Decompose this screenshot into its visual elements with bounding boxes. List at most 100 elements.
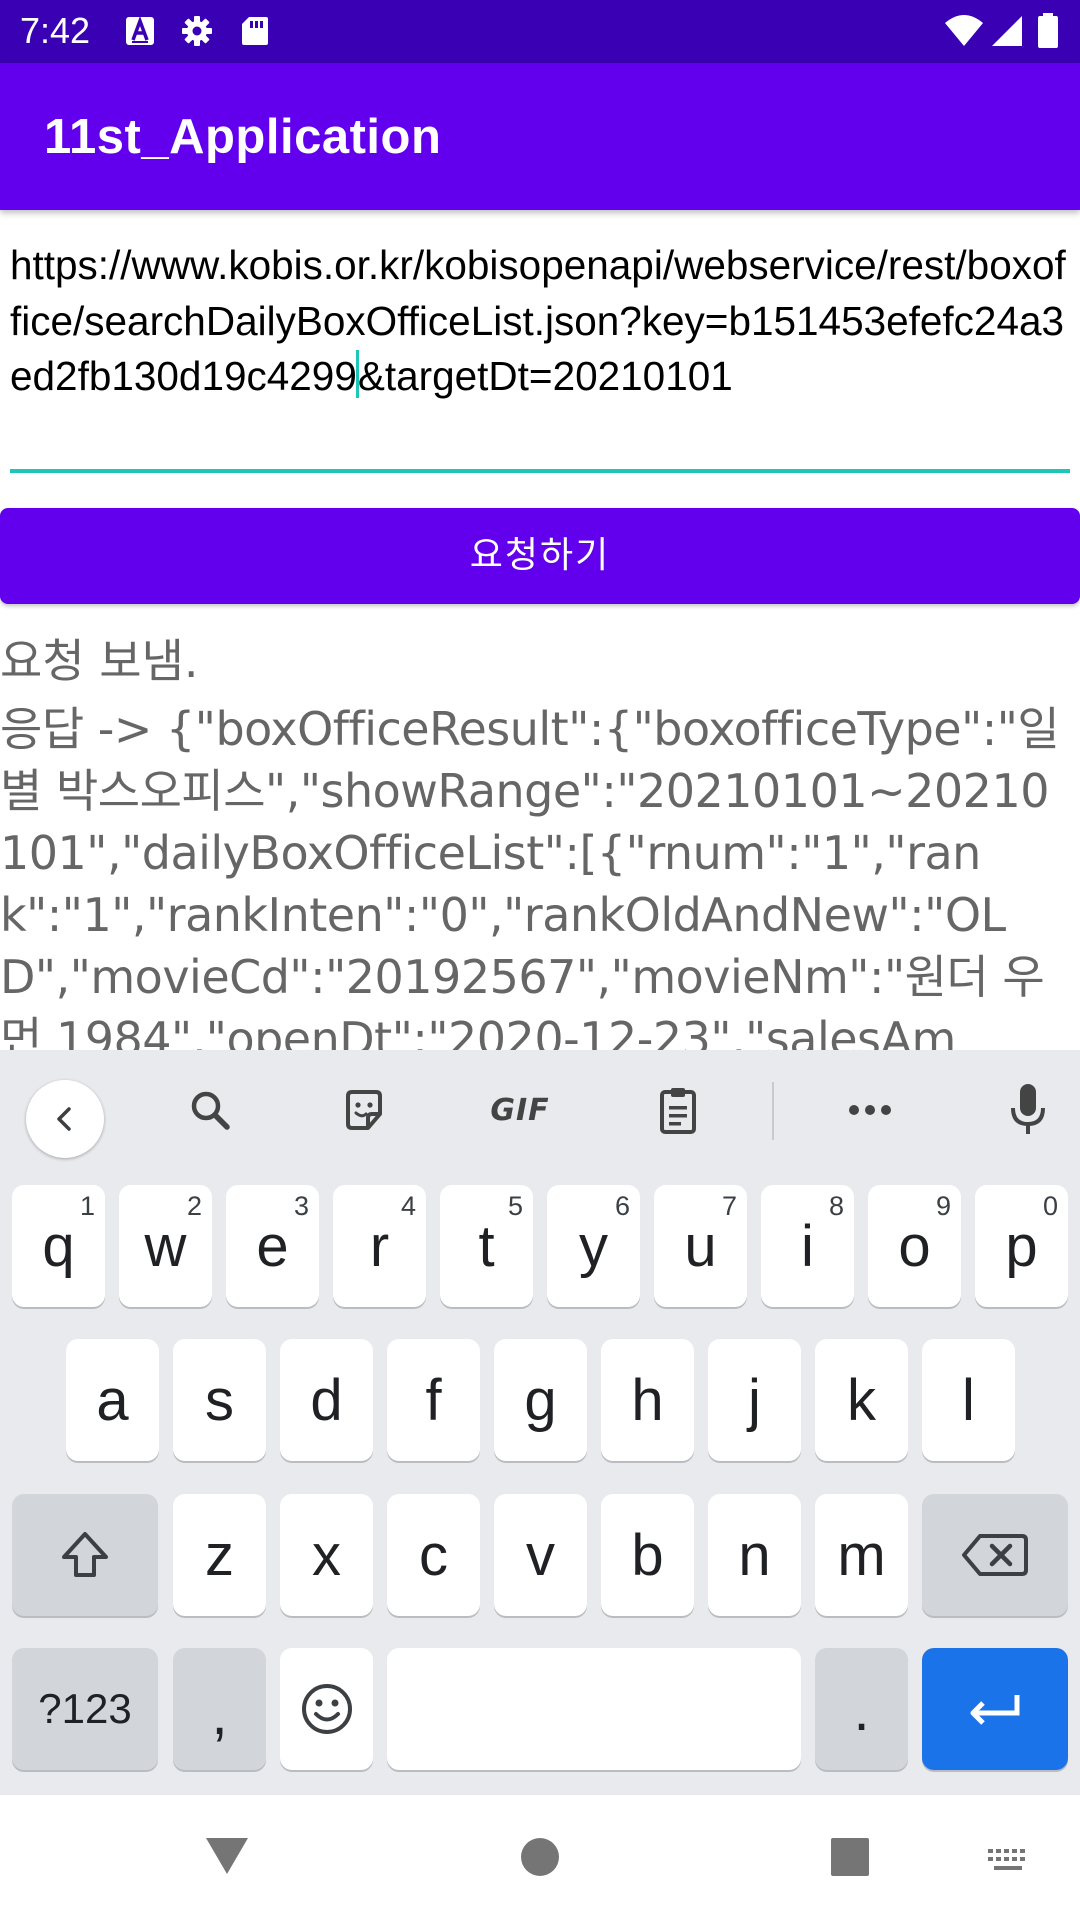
- key-d-label: d: [310, 1367, 343, 1433]
- key-e[interactable]: e 3: [226, 1185, 319, 1307]
- key-p[interactable]: p 0: [975, 1185, 1068, 1307]
- key-h-label: h: [631, 1367, 664, 1433]
- key-i-hint: 8: [828, 1191, 844, 1221]
- search-icon: [191, 1091, 230, 1130]
- key-f[interactable]: f: [387, 1339, 480, 1461]
- key-n-label: n: [738, 1522, 771, 1588]
- request-button[interactable]: 요청하기: [0, 508, 1080, 604]
- key-a[interactable]: a: [66, 1339, 159, 1461]
- more-icon: [849, 1105, 891, 1115]
- key-u[interactable]: u 7: [654, 1185, 747, 1307]
- symbols-key[interactable]: ?123: [12, 1648, 158, 1770]
- keyboard-toolbar: GIF: [0, 1050, 1080, 1170]
- key-m[interactable]: m: [815, 1494, 908, 1616]
- app-bar: 11st_Application: [0, 63, 1080, 210]
- comma-key-label: ,: [211, 1682, 228, 1747]
- key-y-hint: 6: [614, 1191, 630, 1221]
- key-u-hint: 7: [721, 1191, 737, 1221]
- space-bar[interactable]: [387, 1648, 801, 1770]
- response-text: 응답 -> {"boxOfficeResult":{"boxofficeType…: [0, 702, 1060, 1050]
- key-n[interactable]: n: [708, 1494, 801, 1616]
- key-o-hint: 9: [935, 1191, 951, 1221]
- symbols-key-label: ?123: [38, 1685, 132, 1732]
- toolbar-divider: [772, 1082, 774, 1140]
- key-t[interactable]: t 5: [440, 1185, 533, 1307]
- clipboard-icon: [660, 1088, 696, 1134]
- sticker-icon: [346, 1090, 382, 1130]
- input-underline: [10, 469, 1070, 473]
- home-nav-icon[interactable]: [520, 1837, 560, 1877]
- key-x-label: x: [312, 1522, 341, 1588]
- key-q-hint: 1: [79, 1191, 95, 1221]
- status-time: 7:42: [20, 10, 91, 51]
- key-p-hint: 0: [1042, 1191, 1058, 1221]
- key-z-label: z: [205, 1522, 234, 1588]
- key-z[interactable]: z: [173, 1494, 266, 1616]
- recents-nav-icon[interactable]: [830, 1837, 870, 1877]
- url-input-text[interactable]: https://www.kobis.or.kr/kobisopenapi/web…: [10, 238, 1070, 405]
- chevron-left-icon: [57, 1107, 71, 1131]
- keyboard-voice-button[interactable]: [998, 1080, 1058, 1140]
- keyboard-sticker-button[interactable]: [334, 1080, 394, 1140]
- keyboard-search-button[interactable]: [180, 1080, 240, 1140]
- enter-icon: [970, 1695, 1020, 1725]
- key-q[interactable]: q 1: [12, 1185, 105, 1307]
- navigation-bar: [0, 1795, 1080, 1920]
- key-w[interactable]: w 2: [119, 1185, 212, 1307]
- period-key-label: .: [853, 1678, 870, 1743]
- key-m-label: m: [837, 1522, 886, 1588]
- key-l[interactable]: l: [922, 1339, 1015, 1461]
- request-sent-text: 요청 보냄.: [0, 634, 199, 688]
- enter-key[interactable]: [922, 1648, 1068, 1770]
- keyboard-more-button[interactable]: [840, 1080, 900, 1140]
- wifi-icon: [945, 15, 983, 46]
- battery-icon: [1038, 13, 1058, 48]
- cell-signal-icon: [992, 16, 1022, 46]
- emoji-key[interactable]: [280, 1648, 373, 1770]
- key-j[interactable]: j: [708, 1339, 801, 1461]
- response-area: 요청 보냄. 응답 -> {"boxOfficeResult":{"boxoff…: [0, 620, 1080, 1050]
- keyboard-clipboard-button[interactable]: [648, 1080, 708, 1140]
- key-y[interactable]: y 6: [547, 1185, 640, 1307]
- key-v[interactable]: v: [494, 1494, 587, 1616]
- gear-icon: [182, 16, 212, 46]
- key-b-label: b: [631, 1522, 664, 1588]
- key-c[interactable]: c: [387, 1494, 480, 1616]
- comma-key[interactable]: ,: [173, 1648, 266, 1770]
- key-c-label: c: [419, 1522, 448, 1588]
- status-bar: 7:42: [0, 0, 1080, 63]
- key-e-hint: 3: [293, 1191, 309, 1221]
- backspace-key[interactable]: [922, 1494, 1068, 1616]
- shift-key[interactable]: [12, 1494, 158, 1616]
- key-x[interactable]: x: [280, 1494, 373, 1616]
- backspace-icon: [962, 1534, 1028, 1576]
- period-key[interactable]: .: [815, 1648, 908, 1770]
- url-input[interactable]: https://www.kobis.or.kr/kobisopenapi/web…: [10, 238, 1070, 476]
- shift-icon: [62, 1532, 108, 1577]
- toolbar-back-button[interactable]: [26, 1080, 104, 1158]
- key-i[interactable]: i 8: [761, 1185, 854, 1307]
- key-f-label: f: [425, 1367, 442, 1433]
- soft-keyboard: GIF q 1 w 2 e 3 r 4 t 5 y 6 u 7 i 8 o 9 …: [0, 1050, 1080, 1795]
- keyboard-switch-icon[interactable]: [986, 1847, 1030, 1875]
- key-r[interactable]: r 4: [333, 1185, 426, 1307]
- key-o[interactable]: o 9: [868, 1185, 961, 1307]
- gif-label: GIF: [490, 1092, 550, 1128]
- sd-card-icon: [242, 17, 268, 45]
- back-nav-icon[interactable]: [203, 1835, 251, 1877]
- key-s[interactable]: s: [173, 1339, 266, 1461]
- app-title: 11st_Application: [44, 110, 442, 164]
- key-d[interactable]: d: [280, 1339, 373, 1461]
- key-a-label: a: [96, 1367, 129, 1433]
- font-a-icon: [126, 15, 154, 45]
- emoji-icon: [301, 1684, 352, 1734]
- key-b[interactable]: b: [601, 1494, 694, 1616]
- key-g-label: g: [524, 1367, 557, 1433]
- key-k[interactable]: k: [815, 1339, 908, 1461]
- key-s-label: s: [205, 1367, 234, 1433]
- keyboard-gif-button[interactable]: GIF: [488, 1080, 552, 1140]
- key-h[interactable]: h: [601, 1339, 694, 1461]
- key-v-label: v: [526, 1522, 555, 1588]
- key-g[interactable]: g: [494, 1339, 587, 1461]
- key-j-label: j: [748, 1367, 761, 1433]
